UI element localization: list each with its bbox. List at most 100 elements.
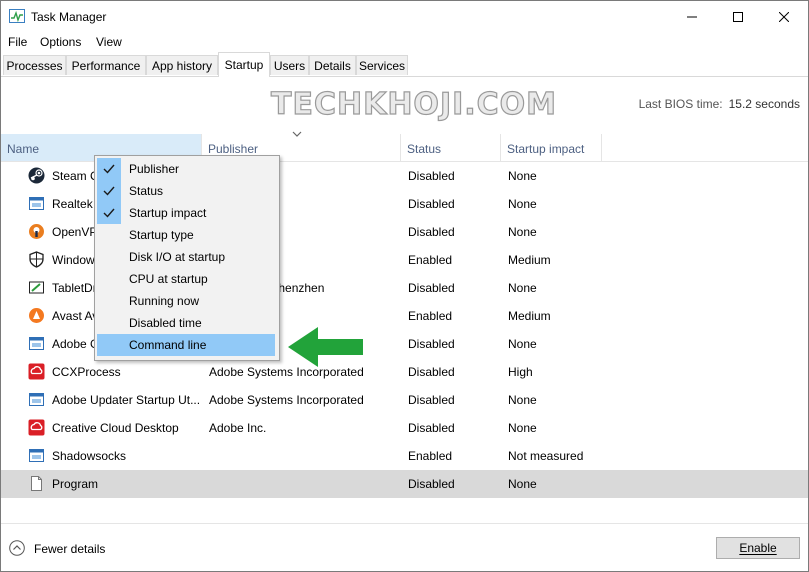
context-menu-item-running-now[interactable]: Running now	[97, 290, 275, 312]
context-menu-label: Command line	[129, 338, 207, 352]
chevron-up-circle-icon[interactable]	[9, 540, 25, 556]
context-menu-label: Disk I/O at startup	[129, 250, 226, 264]
context-menu-label: Disabled time	[129, 316, 202, 330]
maximize-button[interactable]	[715, 1, 761, 32]
cell-name: CCXProcess	[52, 365, 121, 379]
menu-view[interactable]: View	[96, 35, 122, 49]
creative-cloud-icon	[28, 419, 45, 436]
checkmark-icon	[97, 180, 121, 202]
column-header-status[interactable]: Status	[401, 134, 501, 161]
context-menu-item-disk-i-o-at-startup[interactable]: Disk I/O at startup	[97, 246, 275, 268]
tab-services[interactable]: Services	[356, 55, 408, 75]
checkmark-icon	[97, 158, 121, 180]
cell-name: Window	[52, 253, 95, 267]
cell-startup-impact: None	[508, 393, 537, 407]
minimize-button[interactable]	[669, 1, 715, 32]
openvpn-icon	[28, 223, 45, 240]
context-menu-label: Startup type	[129, 228, 194, 242]
checkmark-icon	[97, 202, 121, 224]
context-menu-item-startup-type[interactable]: Startup type	[97, 224, 275, 246]
footer: Fewer details Enable	[1, 523, 808, 571]
cell-startup-impact: None	[508, 337, 537, 351]
cell-startup-impact: Medium	[508, 309, 551, 323]
menu-options[interactable]: Options	[40, 35, 81, 49]
context-menu-label: Publisher	[129, 162, 180, 176]
menu-file[interactable]: File	[8, 35, 27, 49]
context-menu-item-disabled-time[interactable]: Disabled time	[97, 312, 275, 334]
cell-status: Disabled	[408, 225, 455, 239]
cell-status: Disabled	[408, 281, 455, 295]
tab-startup[interactable]: Startup	[218, 52, 270, 77]
context-menu-label: CPU at startup	[129, 272, 208, 286]
cell-name: Avast Av	[52, 309, 99, 323]
tab-details[interactable]: Details	[309, 55, 356, 75]
column-context-menu: Publisher Status Startup impact Startup typ…	[94, 155, 280, 361]
maximize-icon	[733, 11, 743, 22]
table-row[interactable]: CCXProcess Adobe Systems Incorporated Disa…	[1, 358, 808, 386]
cell-publisher: Adobe Systems Incorporated	[209, 393, 364, 407]
cell-name: Steam C	[52, 169, 99, 183]
cell-status: Disabled	[408, 337, 455, 351]
close-button[interactable]	[761, 1, 807, 32]
menu-bar: File Options View	[1, 32, 808, 52]
context-menu-label: Startup impact	[129, 206, 207, 220]
cell-status: Disabled	[408, 421, 455, 435]
context-menu-label: Status	[129, 184, 164, 198]
cell-status: Disabled	[408, 393, 455, 407]
last-bios-time: Last BIOS time: 15.2 seconds	[639, 97, 800, 111]
shield-icon	[28, 251, 45, 268]
cell-status: Disabled	[408, 365, 455, 379]
app-window-icon	[28, 195, 45, 212]
table-row[interactable]: Adobe Updater Startup Ut... Adobe Systems…	[1, 386, 808, 414]
cell-status: Disabled	[408, 477, 455, 491]
cell-startup-impact: None	[508, 421, 537, 435]
task-manager-icon	[9, 9, 25, 23]
cell-status: Disabled	[408, 169, 455, 183]
enable-button[interactable]: Enable	[716, 537, 800, 559]
cell-startup-impact: None	[508, 477, 537, 491]
cell-name: TabletDr	[52, 281, 97, 295]
cell-startup-impact: Not measured	[508, 449, 584, 463]
watermark: TECHKHOJI.COM	[270, 86, 558, 122]
cell-startup-impact: None	[508, 169, 537, 183]
context-menu-item-publisher[interactable]: Publisher	[97, 158, 275, 180]
cell-startup-impact: High	[508, 365, 533, 379]
cell-name: Shadowsocks	[52, 449, 127, 463]
cell-status: Enabled	[408, 309, 453, 323]
window-title: Task Manager	[31, 10, 107, 24]
cell-startup-impact: None	[508, 281, 537, 295]
minimize-icon	[687, 16, 697, 17]
fewer-details-link[interactable]: Fewer details	[34, 542, 105, 556]
cell-name: Program	[52, 477, 99, 491]
tab-performance[interactable]: Performance	[66, 55, 146, 75]
column-header-startup-impact[interactable]: Startup impact	[501, 134, 602, 161]
tab-strip: Processes Performance App history Startu…	[1, 52, 808, 77]
context-menu-item-status[interactable]: Status	[97, 180, 275, 202]
avast-icon	[28, 307, 45, 324]
cell-status: Disabled	[408, 197, 455, 211]
cell-name: Adobe Updater Startup Ut...	[52, 393, 201, 407]
tab-app-history[interactable]: App history	[146, 55, 218, 75]
context-menu-item-cpu-at-startup[interactable]: CPU at startup	[97, 268, 275, 290]
context-menu-item-startup-impact[interactable]: Startup impact	[97, 202, 275, 224]
cell-name: Creative Cloud Desktop	[52, 421, 179, 435]
cell-name: Realtek I	[52, 197, 100, 211]
cell-status: Enabled	[408, 253, 453, 267]
cell-startup-impact: None	[508, 225, 537, 239]
file-icon	[28, 475, 45, 492]
cell-publisher: Adobe Inc.	[209, 421, 267, 435]
table-row[interactable]: Creative Cloud Desktop Adobe Inc. Disabled…	[1, 414, 808, 442]
tab-users[interactable]: Users	[270, 55, 309, 75]
table-row[interactable]: Program Disabled None	[1, 470, 808, 498]
app-window-icon	[28, 391, 45, 408]
cell-startup-impact: None	[508, 197, 537, 211]
close-icon	[779, 11, 789, 22]
cell-name: OpenVP	[52, 225, 98, 239]
tablet-icon	[28, 279, 45, 296]
enable-button-label: Enable	[739, 541, 777, 555]
app-window-icon	[28, 447, 45, 464]
table-row[interactable]: Shadowsocks Enabled Not measured	[1, 442, 808, 470]
context-menu-item-command-line[interactable]: Command line	[97, 334, 275, 356]
title-bar[interactable]: Task Manager	[1, 1, 808, 32]
tab-processes[interactable]: Processes	[3, 55, 66, 75]
